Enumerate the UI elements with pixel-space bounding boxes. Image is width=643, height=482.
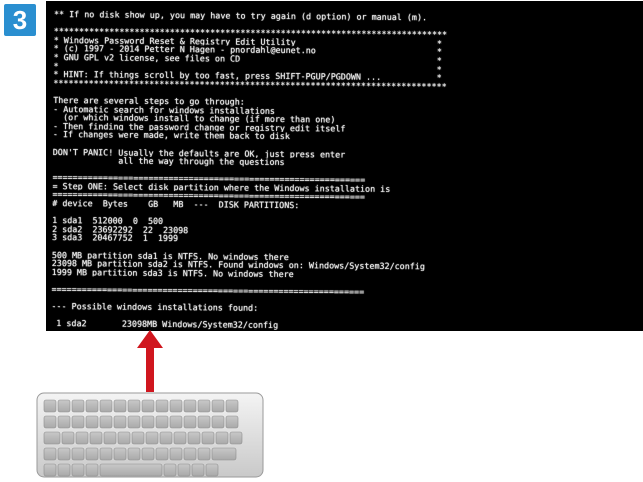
- keyboard-key: [183, 447, 197, 461]
- keyboard-key: [75, 431, 89, 445]
- keyboard-key: [229, 431, 243, 445]
- keyboard-key: [155, 399, 169, 413]
- keyboard-key: [159, 431, 173, 445]
- keyboard-key: [99, 463, 163, 477]
- keyboard-key: [43, 447, 57, 461]
- keyboard-key: [141, 415, 155, 429]
- keyboard-key: [89, 431, 103, 445]
- keyboard-key: [113, 447, 127, 461]
- keyboard-key: [57, 415, 71, 429]
- keyboard-key: [155, 447, 169, 461]
- keyboard-key: [85, 399, 99, 413]
- keyboard-key: [155, 415, 169, 429]
- keyboard-key: [163, 463, 177, 477]
- red-arrow-up-icon: [137, 330, 163, 392]
- terminal-output: ** If no disk show up, you may have to t…: [51, 10, 639, 331]
- keyboard-key: [85, 463, 99, 477]
- keyboard-key: [127, 415, 141, 429]
- keyboard-key: [127, 447, 141, 461]
- keyboard-key: [177, 463, 191, 477]
- keyboard-key: [85, 447, 99, 461]
- keyboard-key: [197, 399, 211, 413]
- keyboard-key: [71, 415, 85, 429]
- keyboard-key: [71, 447, 85, 461]
- terminal-window[interactable]: ** If no disk show up, you may have to t…: [46, 1, 643, 331]
- keyboard-key: [127, 399, 141, 413]
- keyboard-key: [71, 463, 85, 477]
- keyboard-key: [117, 431, 131, 445]
- keyboard-key: [141, 447, 155, 461]
- keyboard-key: [43, 415, 57, 429]
- step-number-badge: 3: [4, 4, 36, 36]
- keyboard-key: [211, 415, 225, 429]
- keyboard-key: [85, 415, 99, 429]
- keyboard-key: [173, 431, 187, 445]
- keyboard-key: [201, 431, 215, 445]
- keyboard-key: [71, 399, 85, 413]
- keyboard-key: [113, 399, 127, 413]
- keyboard-key: [211, 447, 237, 461]
- keyboard-key: [131, 431, 145, 445]
- keyboard-key: [187, 431, 201, 445]
- keyboard-key: [61, 431, 75, 445]
- keyboard-key: [225, 399, 239, 413]
- keyboard-key: [43, 463, 57, 477]
- keyboard-key: [141, 399, 155, 413]
- keyboard-key: [169, 447, 183, 461]
- keyboard-key: [169, 399, 183, 413]
- keyboard-key: [215, 431, 229, 445]
- keyboard-key: [113, 415, 127, 429]
- keyboard-key: [99, 415, 113, 429]
- keyboard-icon: [36, 392, 264, 478]
- keyboard-key: [183, 415, 197, 429]
- keyboard-key: [191, 463, 205, 477]
- keyboard-key: [43, 399, 57, 413]
- keyboard-key: [205, 463, 219, 477]
- keyboard-key: [57, 399, 71, 413]
- keyboard-key: [183, 399, 197, 413]
- keyboard-key: [145, 431, 159, 445]
- keyboard-key: [197, 415, 211, 429]
- keyboard-key: [43, 431, 61, 445]
- keyboard-key: [57, 447, 71, 461]
- keyboard-key: [99, 399, 113, 413]
- keyboard-key: [197, 447, 211, 461]
- keyboard-key: [57, 463, 71, 477]
- keyboard-key: [225, 415, 239, 429]
- keyboard-key: [211, 399, 225, 413]
- keyboard-key: [103, 431, 117, 445]
- keyboard-key: [99, 447, 113, 461]
- keyboard-key: [169, 415, 183, 429]
